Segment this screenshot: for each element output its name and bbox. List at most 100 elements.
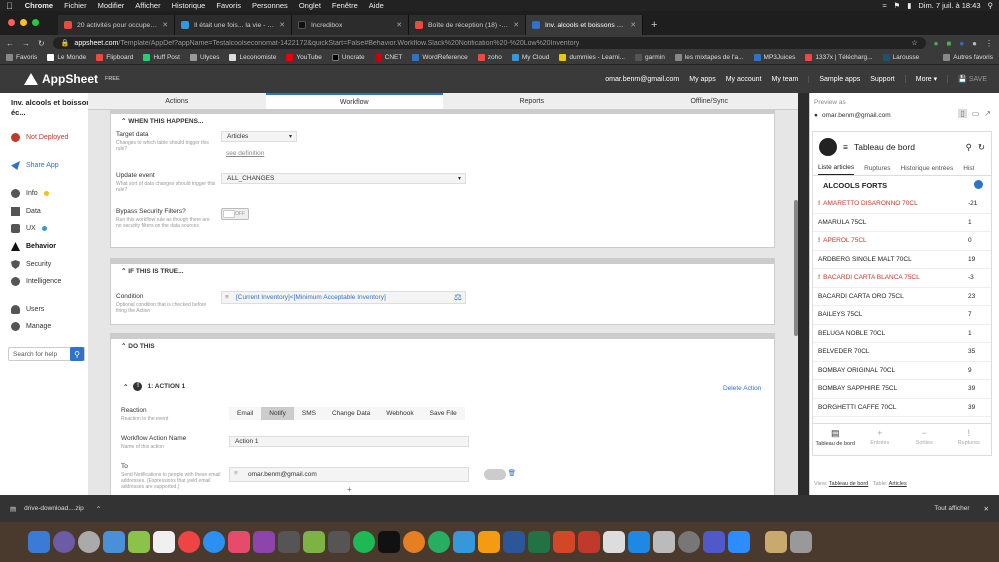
bookmark[interactable]: Leconomiste [229, 54, 276, 61]
bookmark[interactable]: WordReference [412, 54, 468, 61]
battery-icon[interactable]: ▮ [907, 1, 911, 10]
search-icon[interactable]: ⚲ [988, 1, 994, 10]
share-app-item[interactable]: Share App [11, 161, 59, 170]
formula-toggle[interactable] [484, 469, 506, 480]
back-icon[interactable]: ← [6, 39, 14, 48]
not-deployed-item[interactable]: Not Deployed [11, 133, 68, 142]
list-item[interactable]: ! APEROL 75CL 0 [813, 232, 991, 251]
sidebar-item-users[interactable]: Users [11, 305, 44, 314]
webhook-button[interactable]: Webhook [378, 407, 422, 420]
trash-icon[interactable] [790, 531, 812, 553]
launchpad-icon[interactable] [78, 531, 100, 553]
list-item[interactable]: BORGHETTI CAFFE 70CL 39 [813, 399, 991, 417]
maps-icon[interactable] [128, 531, 150, 553]
bypass-toggle[interactable]: OFF [221, 208, 249, 220]
downloads-icon[interactable] [765, 531, 787, 553]
safari-icon[interactable] [203, 531, 225, 553]
my-account-link[interactable]: My account [726, 76, 762, 83]
sample-apps-link[interactable]: Sample apps [808, 75, 860, 83]
tab-liste-articles[interactable]: Liste articles [818, 162, 855, 175]
browser-tab[interactable]: Il était une fois... la vie - Vidé ✕ [175, 15, 292, 35]
star-icon[interactable]: ☆ [911, 39, 917, 47]
maximize-window-icon[interactable] [32, 19, 39, 26]
reload-icon[interactable]: ↻ [38, 39, 45, 48]
extension-icon[interactable]: ■ [946, 39, 951, 48]
bookmark[interactable]: Uncrate [331, 54, 365, 61]
tab-ruptures[interactable]: Ruptures [864, 165, 890, 172]
sidebar-item-info[interactable]: Info [11, 189, 49, 198]
chevron-up-icon[interactable]: ⌃ [96, 505, 101, 513]
zoom-icon[interactable] [728, 531, 750, 553]
bookmark[interactable]: Larousse [882, 54, 919, 61]
sms-button[interactable]: SMS [293, 407, 324, 420]
if-header[interactable]: ⌃ IF THIS IS TRUE... [111, 259, 774, 284]
minimize-window-icon[interactable] [20, 19, 27, 26]
sidebar-item-manage[interactable]: Manage [11, 322, 51, 331]
recipient-email-input[interactable]: ≡ omar.benm@gmail.com 🗑 [229, 467, 516, 482]
excel-icon[interactable] [528, 531, 550, 553]
my-apps-link[interactable]: My apps [689, 76, 715, 83]
list-item[interactable]: BOMBAY SAPPHIRE 75CL 39 [813, 380, 991, 399]
acrobat-icon[interactable] [578, 531, 600, 553]
view-link[interactable]: Tableau de bord [829, 481, 868, 487]
bookmark[interactable]: garmin [634, 54, 665, 61]
url-bar[interactable]: 🔒 appsheet.com/Template/AppDef?appName=T… [52, 37, 926, 49]
bookmark[interactable]: Favoris [6, 54, 37, 61]
bookmark[interactable]: 1337x | Télécharg... [805, 54, 873, 61]
show-all-button[interactable]: Tout afficher [934, 505, 969, 512]
help-search-button[interactable]: ⚲ [70, 347, 84, 361]
bookmark[interactable]: MP3Juices [753, 54, 795, 61]
bookmark[interactable]: Flipboard [96, 54, 133, 61]
sidebar-item-data[interactable]: Data [11, 207, 41, 216]
preview-app-icon[interactable] [103, 531, 125, 553]
bookmark[interactable]: Le Monde [47, 54, 86, 61]
teams-icon[interactable] [703, 531, 725, 553]
my-team-link[interactable]: My team [772, 76, 799, 83]
hamburger-icon[interactable]: ≡ [843, 142, 848, 152]
tab-historique-entrees[interactable]: Historique entrées [901, 165, 954, 172]
menu-item[interactable]: Fenêtre [332, 1, 358, 10]
appsheet-logo[interactable]: AppSheet FREE [24, 72, 120, 86]
do-header[interactable]: ⌃ DO THIS [111, 334, 774, 359]
close-icon[interactable]: ✕ [984, 505, 989, 513]
update-event-select[interactable]: ALL_CHANGES ▾ [221, 173, 466, 184]
bookmark[interactable]: Ulyces [189, 54, 219, 61]
menu-item[interactable]: Aide [369, 1, 384, 10]
sidebar-item-ux[interactable]: UX [11, 224, 47, 233]
nav-entrees[interactable]: + Entrées [858, 424, 903, 455]
app-icon[interactable] [653, 531, 675, 553]
list-item[interactable]: ARDBERG SINGLE MALT 70CL 19 [813, 251, 991, 269]
close-tab-icon[interactable]: ✕ [162, 21, 168, 29]
wifi-icon[interactable]: ≈ [882, 1, 886, 10]
menu-dots-icon[interactable]: ⋮ [985, 39, 993, 48]
target-data-select[interactable]: Articles ▾ [221, 131, 297, 142]
see-definition-link[interactable]: see definition [226, 150, 264, 157]
scrollbar[interactable] [794, 200, 798, 336]
help-icon[interactable] [278, 531, 300, 553]
close-tab-icon[interactable]: ✕ [513, 21, 519, 29]
tablet-icon[interactable]: ▭ [972, 109, 980, 118]
preview-user[interactable]: ● omar.benm@gmail.com [814, 112, 891, 119]
when-header[interactable]: ⌃ WHEN THIS HAPPENS... [111, 110, 774, 134]
browser-tab-active[interactable]: Inv. alcools et boissons éc... ✕ [526, 15, 643, 35]
photos-icon[interactable] [403, 531, 425, 553]
menu-item[interactable]: Favoris [216, 1, 241, 10]
save-file-button[interactable]: Save File [421, 407, 465, 420]
tab-hist[interactable]: Hist [963, 165, 974, 172]
menu-item[interactable]: Modifier [98, 1, 125, 10]
download-file[interactable]: drive-download....zip [24, 505, 84, 512]
search-icon[interactable]: ⚲ [966, 142, 972, 153]
podcasts-icon[interactable] [253, 531, 275, 553]
spotify-icon[interactable] [353, 531, 375, 553]
menu-item[interactable]: Personnes [252, 1, 288, 10]
table-link[interactable]: Articles [889, 481, 907, 487]
browser-tab[interactable]: 20 activités pour occuper les ✕ [58, 15, 175, 35]
settings-icon[interactable] [678, 531, 700, 553]
browser-tab[interactable]: Incredibox ✕ [292, 15, 409, 35]
nav-ruptures[interactable]: ! Ruptures [947, 424, 992, 455]
tab-offline-sync[interactable]: Offline/Sync [621, 93, 799, 109]
menu-item[interactable]: Fichier [64, 1, 87, 10]
tab-workflow[interactable]: Workflow [265, 93, 443, 109]
external-icon[interactable]: ↗ [984, 109, 991, 118]
tab-actions[interactable]: Actions [88, 93, 266, 109]
